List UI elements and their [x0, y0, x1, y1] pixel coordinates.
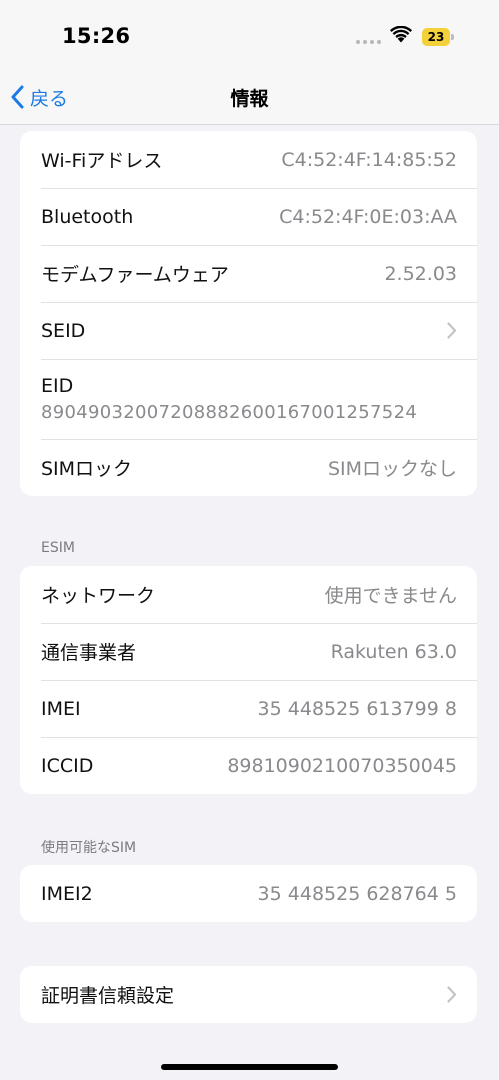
row-value: 89049032007208882600167001257524 [41, 402, 418, 423]
home-indicator[interactable] [161, 1064, 338, 1070]
iccid-row: ICCID 8981090210070350045 [20, 737, 477, 794]
battery-icon: 23 [422, 28, 454, 46]
row-value: 2.52.03 [384, 262, 457, 285]
row-value: C4:52:4F:0E:03:AA [279, 205, 457, 228]
status-bar: 15:26 23 [0, 0, 499, 70]
row-value: 35 448525 628764 5 [257, 882, 457, 905]
certificate-trust-group: 証明書信頼設定 [20, 966, 477, 1023]
modem-firmware-row: モデムファームウェア 2.52.03 [20, 245, 477, 302]
bluetooth-row: Bluetooth C4:52:4F:0E:03:AA [20, 188, 477, 245]
device-info-group: Wi-Fiアドレス C4:52:4F:14:85:52 Bluetooth C4… [20, 131, 477, 496]
row-label: ネットワーク [41, 585, 156, 607]
row-label: Wi-Fiアドレス [41, 150, 163, 172]
status-time: 15:26 [62, 24, 131, 48]
wifi-icon [390, 26, 412, 43]
imei2-row: IMEI2 35 448525 628764 5 [20, 865, 477, 922]
row-value: 使用できません [324, 585, 457, 607]
row-value: SIMロックなし [327, 458, 457, 480]
row-label: SIMロック [41, 458, 133, 480]
row-label: IMEI2 [41, 882, 93, 905]
cellular-signal-icon [356, 40, 381, 44]
section-header: ESIM [41, 540, 75, 556]
row-label: SEID [41, 319, 86, 342]
carrier-row: 通信事業者 Rakuten 63.0 [20, 623, 477, 680]
row-label: 証明書信頼設定 [41, 985, 175, 1007]
row-value: Rakuten 63.0 [330, 640, 457, 663]
navigation-bar: 戻る 情報 [0, 70, 499, 125]
esim-group: ネットワーク 使用できません 通信事業者 Rakuten 63.0 IMEI 3… [20, 566, 477, 794]
battery-level: 23 [422, 28, 450, 46]
row-label: IMEI [41, 697, 81, 720]
row-label: 通信事業者 [41, 642, 137, 664]
imei-row: IMEI 35 448525 613799 8 [20, 680, 477, 737]
row-value: 8981090210070350045 [227, 754, 457, 777]
wifi-address-row: Wi-Fiアドレス C4:52:4F:14:85:52 [20, 131, 477, 188]
page-title: 情報 [230, 88, 269, 110]
row-label: Bluetooth [41, 205, 134, 228]
eid-row: EID 89049032007208882600167001257524 [20, 359, 477, 439]
row-value: 35 448525 613799 8 [257, 697, 457, 720]
row-value: C4:52:4F:14:85:52 [281, 148, 457, 171]
chevron-right-icon [447, 986, 457, 1003]
row-label: ICCID [41, 754, 94, 777]
sim-lock-row: SIMロック SIMロックなし [20, 439, 477, 496]
available-sim-group: IMEI2 35 448525 628764 5 [20, 865, 477, 922]
seid-row[interactable]: SEID [20, 302, 477, 359]
row-label: モデムファームウェア [41, 264, 229, 286]
chevron-right-icon [447, 322, 457, 339]
certificate-trust-settings-row[interactable]: 証明書信頼設定 [20, 966, 477, 1023]
row-label: EID [41, 375, 74, 397]
section-header: 使用可能なSIM [41, 840, 137, 856]
network-row: ネットワーク 使用できません [20, 566, 477, 623]
